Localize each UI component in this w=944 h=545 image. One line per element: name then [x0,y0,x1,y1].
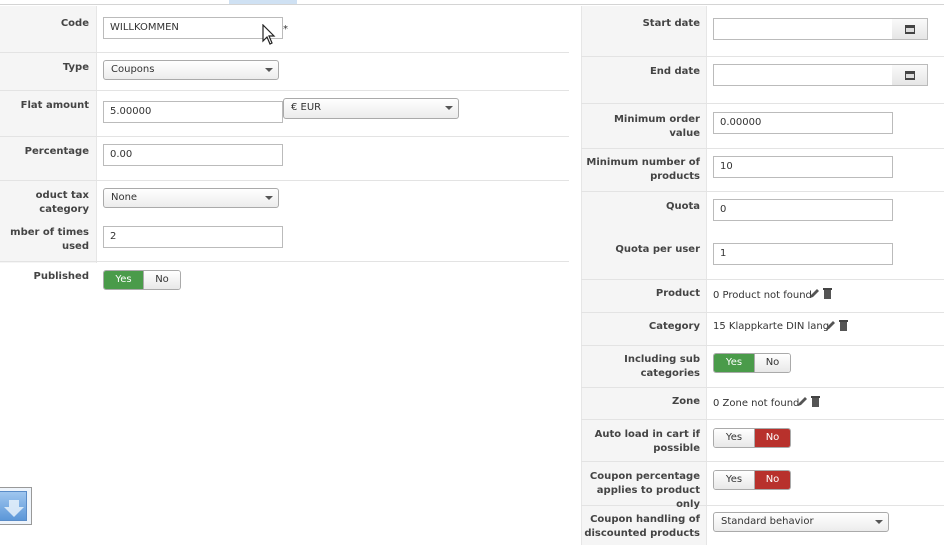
times-used-label: mber of times used [10,227,89,252]
tax-category-select-value: None [111,192,138,203]
category-label: Category [648,321,700,332]
published-yes-button[interactable]: Yes [104,271,143,289]
pencil-icon[interactable] [825,319,837,331]
product-label: Product [655,288,700,299]
download-arrow-shape [4,500,24,517]
percentage-input[interactable]: 0.00 [103,144,283,166]
coupon-pct-label-line2: applies to product only [596,485,700,510]
type-label: Type [62,62,89,73]
product-value: 0 Product not found [713,290,812,301]
coupon-pct-label-line1: Coupon percentage [589,471,700,482]
start-date-label: Start date [642,18,700,29]
coupon-handling-label: Coupon handling of discounted products [581,513,700,541]
min-products-label-line2: products [650,171,700,182]
start-date-input[interactable] [713,18,893,40]
min-order-label: Minimum order value [613,114,700,139]
flat-amount-input[interactable]: 5.00000 [103,101,283,123]
quota-per-user-label: Quota per user [615,244,700,255]
category-value: 15 Klappkarte DIN lang [713,321,830,332]
download-arrow-icon[interactable] [0,487,32,525]
auto-load-toggle[interactable]: Yes No [713,428,791,448]
type-select[interactable]: Coupons [103,60,279,80]
mouse-cursor-icon [262,24,276,45]
auto-load-yes-button[interactable]: Yes [714,429,754,447]
code-input[interactable]: WILLKOMMEN [103,17,283,39]
trash-icon[interactable] [839,319,848,331]
chevron-down-icon [265,68,273,72]
min-products-label: Minimum number of products [581,156,700,184]
end-date-calendar-button[interactable] [892,64,928,86]
including-sub-toggle[interactable]: Yes No [713,353,791,373]
chevron-down-icon [265,196,273,200]
coupon-pct-label: Coupon percentage applies to product onl… [581,470,700,512]
currency-select-value: € EUR [291,102,322,113]
code-label: Code [60,18,89,29]
times-used-input[interactable]: 2 [103,226,283,248]
published-toggle[interactable]: Yes No [103,270,181,290]
start-date-calendar-button[interactable] [892,18,928,40]
zone-label: Zone [671,396,700,407]
coupon-pct-no-button[interactable]: No [754,471,790,489]
coupon-handling-label-line2: discounted products [584,528,700,539]
coupon-handling-label-line1: Coupon handling of [590,514,700,525]
auto-load-label-line2: possible [653,443,700,454]
flat-amount-label: Flat amount [20,100,89,111]
min-products-label-line1: Minimum number of [586,157,700,168]
auto-load-no-button[interactable]: No [754,429,790,447]
end-date-input[interactable] [713,64,893,86]
trash-icon[interactable] [823,287,832,299]
pencil-icon[interactable] [809,287,821,299]
type-select-value: Coupons [111,64,155,75]
including-sub-no-button[interactable]: No [754,354,790,372]
percentage-row [0,137,569,181]
coupon-handling-select-value: Standard behavior [721,516,814,527]
quota-input[interactable]: 0 [713,199,893,221]
including-sub-label-line2: categories [640,368,700,379]
trash-icon[interactable] [811,395,820,407]
required-marker: * [283,24,288,35]
auto-load-label-line1: Auto load in cart if [594,429,700,440]
end-date-label: End date [649,66,700,77]
including-sub-label-line1: Including sub [624,354,700,365]
chevron-down-icon [445,106,453,110]
including-sub-yes-button[interactable]: Yes [714,354,754,372]
quota-per-user-input[interactable]: 1 [713,243,893,265]
coupon-handling-select[interactable]: Standard behavior [713,512,889,532]
chevron-down-icon [875,520,883,524]
pencil-icon[interactable] [797,395,809,407]
quota-label: Quota [665,201,700,212]
including-sub-label: Including sub categories [581,353,700,381]
active-tab-indicator[interactable] [229,0,297,4]
percentage-label: Percentage [24,146,89,157]
min-order-input[interactable]: 0.00000 [713,112,893,134]
tax-category-label: oduct tax category [35,190,89,215]
auto-load-label: Auto load in cart if possible [581,428,700,456]
published-label: Published [33,271,89,282]
tax-category-select[interactable]: None [103,188,279,208]
zone-value: 0 Zone not found [713,398,800,409]
min-products-input[interactable]: 10 [713,156,893,178]
published-no-button[interactable]: No [143,271,180,289]
coupon-pct-yes-button[interactable]: Yes [714,471,754,489]
calendar-icon [905,71,915,80]
calendar-icon [905,25,915,34]
top-tab-bar [0,0,944,5]
coupon-pct-toggle[interactable]: Yes No [713,470,791,490]
currency-select[interactable]: € EUR [283,98,459,119]
